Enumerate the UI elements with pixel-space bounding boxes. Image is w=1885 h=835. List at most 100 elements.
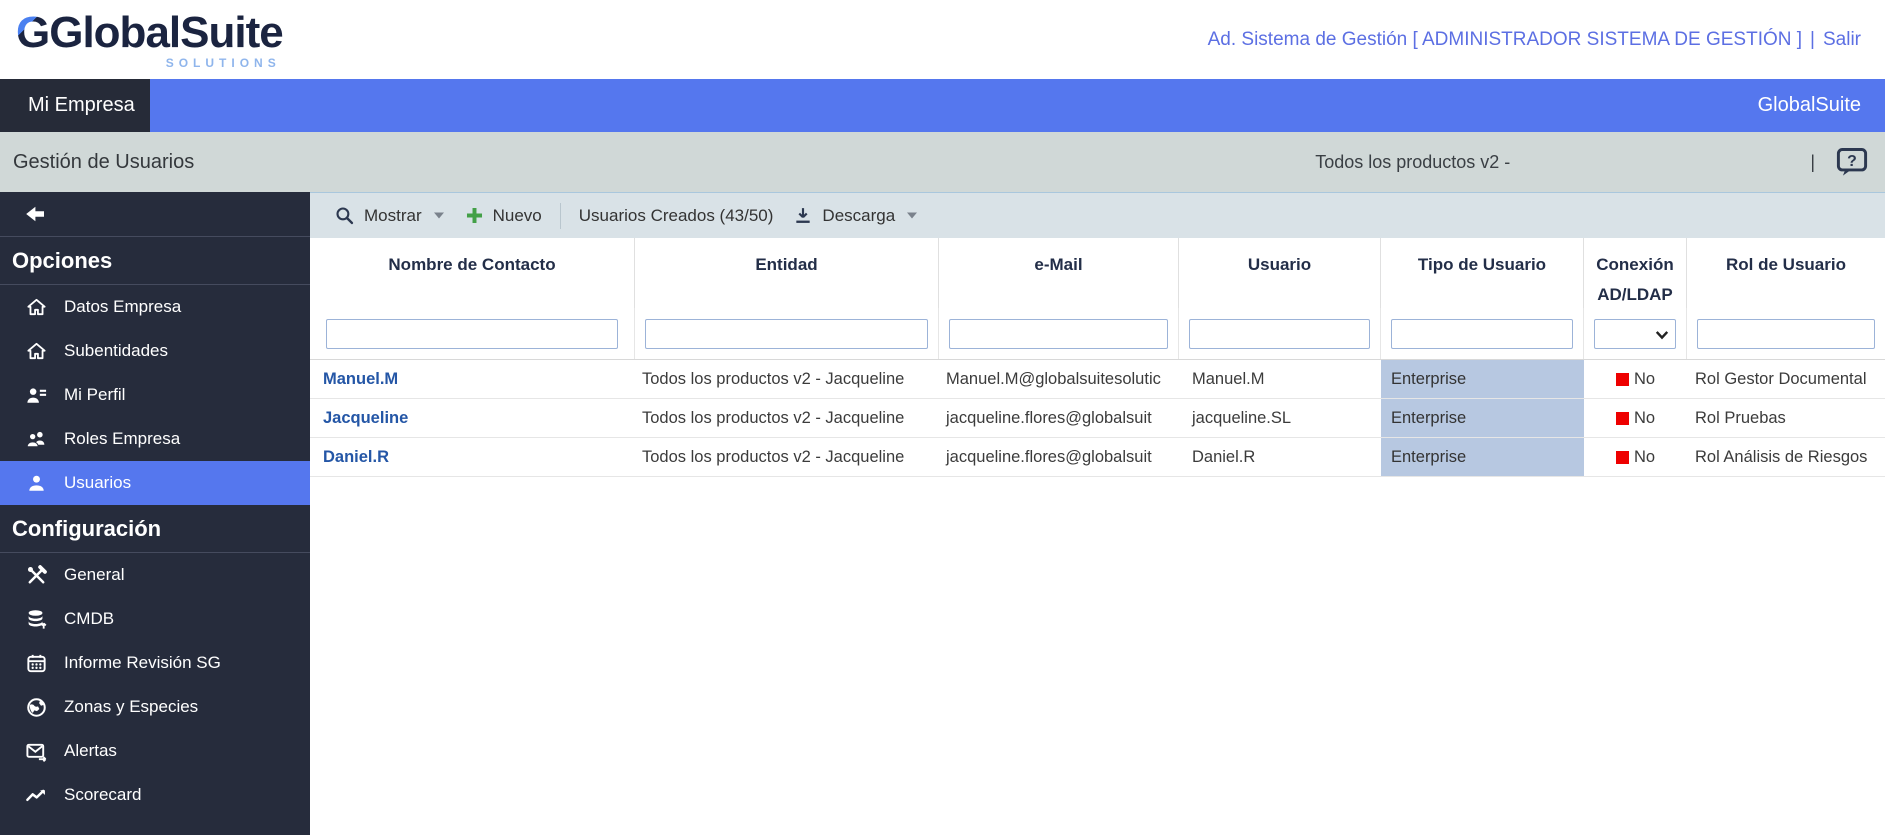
logout-link[interactable]: Salir: [1823, 29, 1861, 51]
filter-input-usuario[interactable]: [1189, 319, 1370, 349]
toolbar: Mostrar Nuevo Usuarios Creados (43/50) D…: [310, 192, 1885, 238]
user-icon: [24, 471, 48, 495]
username-cell: Daniel.R: [1179, 438, 1381, 476]
top-header: GGlobalSuite SOLUTIONS Ad. Sistema de Ge…: [0, 0, 1885, 79]
show-filters-button[interactable]: Mostrar: [324, 193, 455, 238]
help-button[interactable]: ?: [1831, 144, 1873, 180]
nav-bar: Mi Empresa GlobalSuite: [0, 79, 1885, 132]
ad-ldap-value: No: [1634, 448, 1655, 467]
ad-ldap-cell: No: [1584, 399, 1687, 437]
link-separator: |: [1810, 29, 1815, 51]
mail-icon: [24, 739, 48, 763]
username-cell: Manuel.M: [1179, 360, 1381, 398]
sidebar-item-subentidades[interactable]: Subentidades: [0, 329, 310, 373]
ad-ldap-cell: No: [1584, 438, 1687, 476]
email-cell: Manuel.M@globalsuitesolutic: [939, 360, 1179, 398]
sidebar-item-label: Alertas: [64, 741, 117, 761]
column-header-rol[interactable]: Rol de Usuario: [1687, 238, 1885, 310]
users-table: Nombre de Contacto Entidad e-Mail Usuari…: [310, 238, 1885, 477]
sidebar-collapse-button[interactable]: [0, 192, 310, 237]
filter-input-email[interactable]: [949, 319, 1168, 349]
database-icon: [24, 607, 48, 631]
sidebar-item-label: Datos Empresa: [64, 297, 181, 317]
column-header-entidad[interactable]: Entidad: [635, 238, 939, 310]
download-label: Descarga: [822, 206, 895, 226]
sidebar-item-label: CMDB: [64, 609, 114, 629]
filter-input-nombre[interactable]: [326, 319, 618, 349]
search-icon: [334, 205, 355, 226]
home-icon: [24, 339, 48, 363]
chevron-down-icon: [433, 211, 445, 220]
username-cell: jacqueline.SL: [1179, 399, 1381, 437]
column-header-nombre[interactable]: Nombre de Contacto: [310, 238, 635, 310]
logo-text: GGlobalSuite: [16, 11, 283, 55]
tools-icon: [24, 563, 48, 587]
sidebar-item-informe-revision-sg[interactable]: Informe Revisión SG: [0, 641, 310, 685]
help-icon: ?: [1835, 146, 1869, 178]
chart-icon: [24, 783, 48, 807]
user-name-link[interactable]: Jacqueline: [323, 409, 408, 428]
column-header-usuario[interactable]: Usuario: [1179, 238, 1381, 310]
sidebar-item-label: General: [64, 565, 124, 585]
table-filter-row: [310, 308, 1885, 360]
sidebar-item-datos-empresa[interactable]: Datos Empresa: [0, 285, 310, 329]
logo-subtext: SOLUTIONS: [166, 57, 281, 69]
nav-right-label: GlobalSuite: [1758, 79, 1885, 132]
profile-link[interactable]: Ad. Sistema de Gestión [ ADMINISTRADOR S…: [1208, 29, 1802, 51]
user-menu: Ad. Sistema de Gestión [ ADMINISTRADOR S…: [1208, 29, 1861, 51]
sidebar-item-usuarios[interactable]: Usuarios: [0, 461, 310, 505]
people-icon: [24, 427, 48, 451]
ad-ldap-cell: No: [1584, 360, 1687, 398]
entity-cell: Todos los productos v2 - Jacqueline: [635, 360, 939, 398]
sidebar-item-alertas[interactable]: Alertas: [0, 729, 310, 773]
user-type-badge: Enterprise: [1381, 399, 1584, 437]
new-user-label: Nuevo: [493, 206, 542, 226]
tab-mi-empresa[interactable]: Mi Empresa: [0, 79, 150, 132]
nav-spacer: [150, 79, 1758, 132]
entity-cell: Todos los productos v2 - Jacqueline: [635, 438, 939, 476]
sidebar-item-zonas-y-especies[interactable]: Zonas y Especies: [0, 685, 310, 729]
sidebar: Opciones Datos Empresa Subentidades: [0, 192, 310, 835]
home-icon: [24, 295, 48, 319]
filter-input-entidad[interactable]: [645, 319, 928, 349]
table-header-row: Nombre de Contacto Entidad e-Mail Usuari…: [310, 238, 1885, 308]
sidebar-item-label: Roles Empresa: [64, 429, 180, 449]
user-type-badge: Enterprise: [1381, 438, 1584, 476]
download-button[interactable]: Descarga: [783, 193, 928, 238]
user-name-link[interactable]: Manuel.M: [323, 370, 398, 389]
sidebar-item-roles-empresa[interactable]: Roles Empresa: [0, 417, 310, 461]
sidebar-item-label: Informe Revisión SG: [64, 653, 221, 673]
page-title: Gestión de Usuarios: [13, 151, 194, 174]
sidebar-item-cmdb[interactable]: CMDB: [0, 597, 310, 641]
status-red-square: [1616, 373, 1629, 386]
sidebar-item-label: Zonas y Especies: [64, 697, 198, 717]
column-header-tipo[interactable]: Tipo de Usuario: [1381, 238, 1584, 310]
sidebar-item-label: Subentidades: [64, 341, 168, 361]
new-user-button[interactable]: Nuevo: [455, 193, 552, 238]
crumb-separator: |: [1810, 152, 1815, 173]
table-row: Manuel.M Todos los productos v2 - Jacque…: [310, 360, 1885, 399]
svg-text:?: ?: [1847, 153, 1857, 170]
sidebar-section-opciones: Opciones: [0, 237, 310, 285]
profile-icon: [24, 383, 48, 407]
filter-input-rol[interactable]: [1697, 319, 1875, 349]
filter-input-tipo[interactable]: [1391, 319, 1573, 349]
status-red-square: [1616, 451, 1629, 464]
email-cell: jacqueline.flores@globalsuit: [939, 438, 1179, 476]
sidebar-item-scorecard[interactable]: Scorecard: [0, 773, 310, 817]
show-filters-label: Mostrar: [364, 206, 422, 226]
user-name-link[interactable]: Daniel.R: [323, 448, 389, 467]
filter-select-ad-ldap[interactable]: [1594, 319, 1676, 349]
globalsuite-logo: GGlobalSuite SOLUTIONS: [16, 11, 283, 69]
chevron-down-icon: [906, 211, 918, 220]
column-header-email[interactable]: e-Mail: [939, 238, 1179, 310]
entity-cell: Todos los productos v2 - Jacqueline: [635, 399, 939, 437]
column-header-conexion[interactable]: Conexión AD/LDAP: [1584, 238, 1687, 310]
ad-ldap-value: No: [1634, 370, 1655, 389]
sidebar-item-general[interactable]: General: [0, 553, 310, 597]
sidebar-item-mi-perfil[interactable]: Mi Perfil: [0, 373, 310, 417]
users-created-counter: Usuarios Creados (43/50): [569, 206, 784, 226]
user-type-badge: Enterprise: [1381, 360, 1584, 398]
table-row: Daniel.R Todos los productos v2 - Jacque…: [310, 438, 1885, 477]
toolbar-separator: [560, 203, 561, 229]
